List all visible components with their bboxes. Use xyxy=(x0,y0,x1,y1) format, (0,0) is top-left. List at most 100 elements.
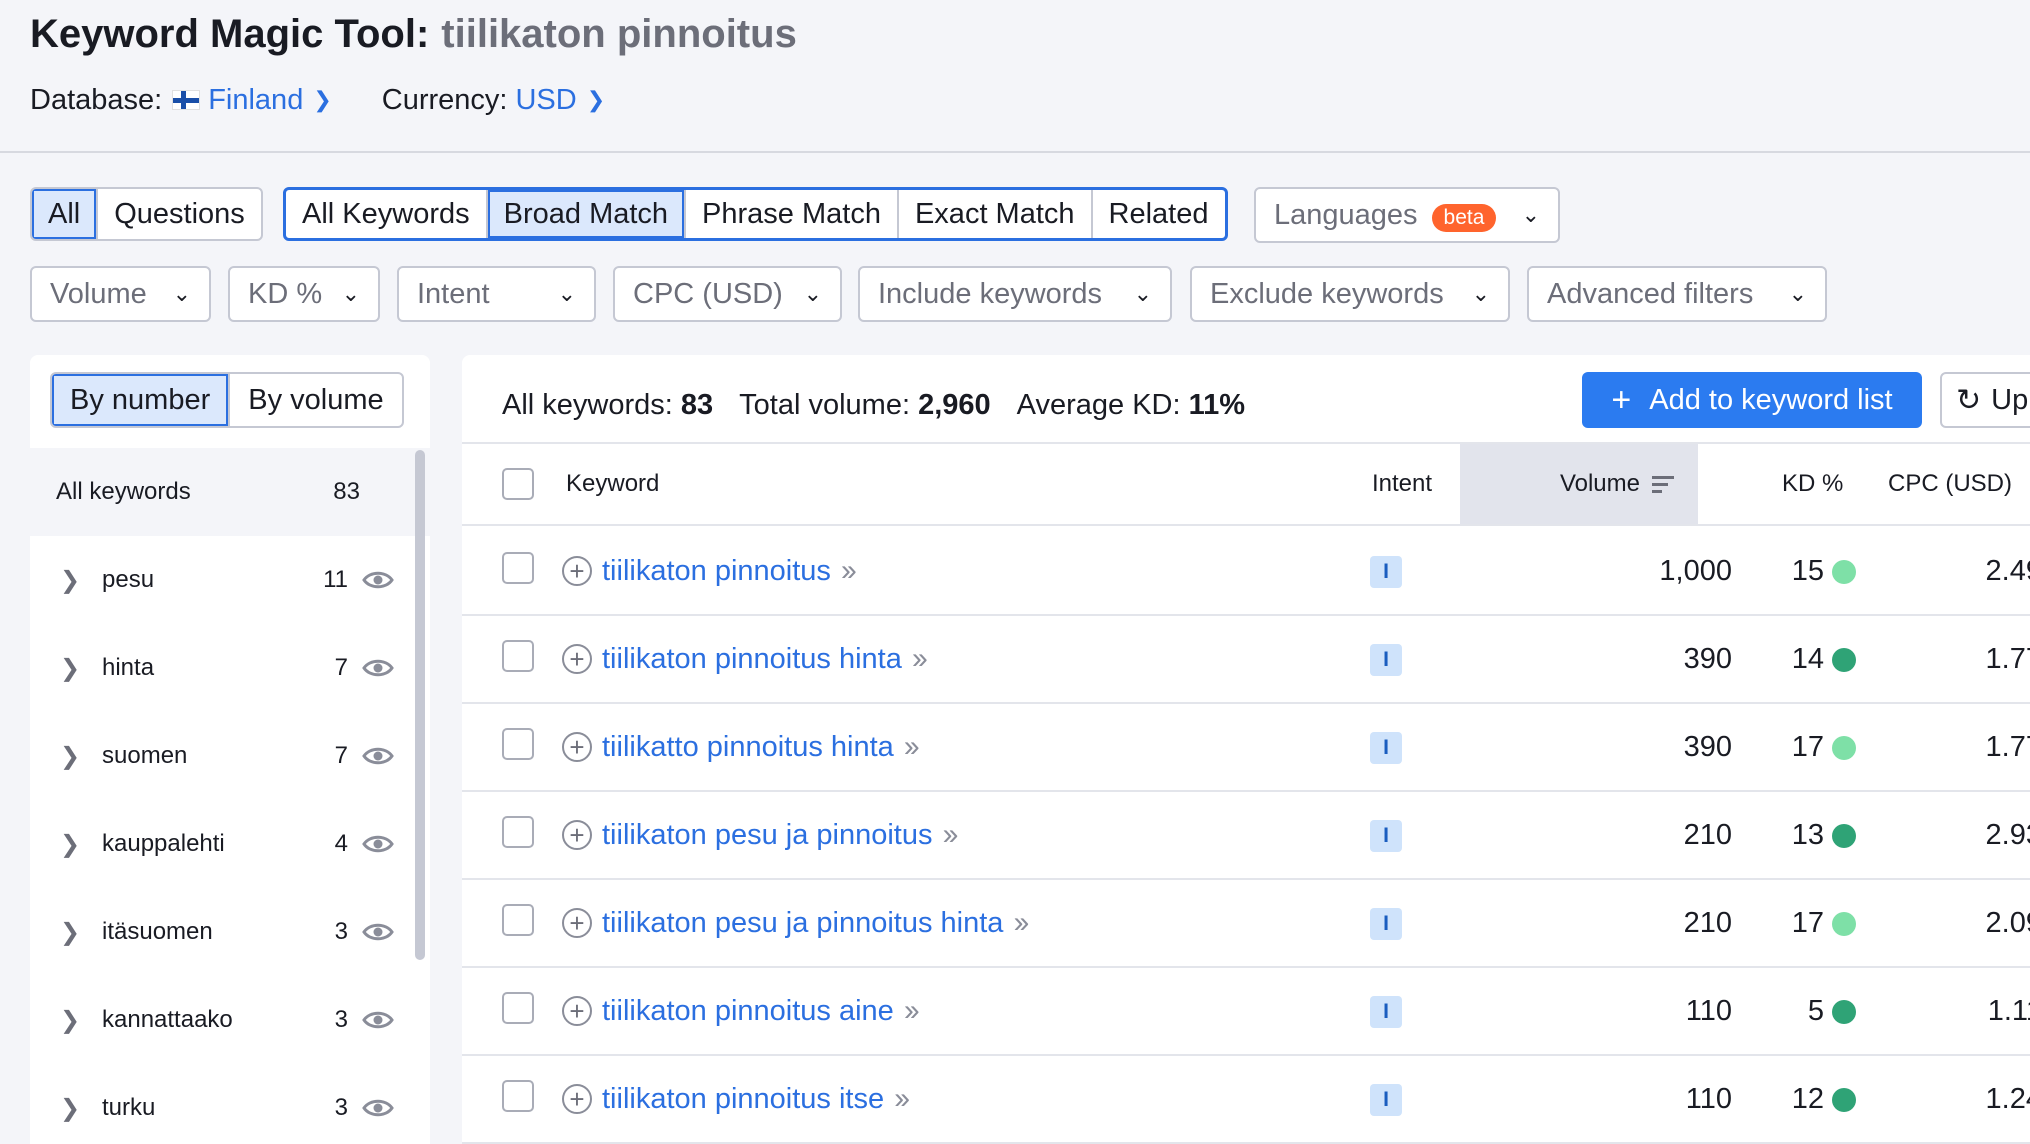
chevron-right-icon[interactable]: ❯ xyxy=(60,918,92,947)
chevron-right-icon[interactable]: ❯ xyxy=(60,742,92,771)
chevron-right-icon[interactable]: ❯ xyxy=(60,566,92,595)
all-keywords-label: All keywords xyxy=(56,478,191,505)
column-header-volume[interactable]: Volume xyxy=(1460,444,1698,524)
add-circle-icon[interactable]: + xyxy=(562,644,592,674)
all-keywords-group[interactable]: All keywords 83 xyxy=(30,448,430,536)
double-chevron-right-icon[interactable]: ›› xyxy=(1013,906,1029,940)
keyword-link[interactable]: tiilikaton pinnoitus itse xyxy=(602,1083,884,1116)
row-checkbox[interactable] xyxy=(502,640,534,672)
chevron-right-icon[interactable]: ❯ xyxy=(60,654,92,683)
add-circle-icon[interactable]: + xyxy=(562,996,592,1026)
add-circle-icon[interactable]: + xyxy=(562,1084,592,1114)
chevron-right-icon[interactable]: ❯ xyxy=(60,830,92,859)
chevron-down-icon: ⌄ xyxy=(1133,281,1152,306)
double-chevron-right-icon[interactable]: ›› xyxy=(942,818,958,852)
list-item[interactable]: ❯ turku 3 xyxy=(30,1064,420,1144)
keyword-link[interactable]: tiilikaton pesu ja pinnoitus hinta xyxy=(602,907,1003,940)
add-to-keyword-list-button[interactable]: + Add to keyword list xyxy=(1582,372,1922,428)
advanced-filters-label: Advanced filters xyxy=(1547,277,1754,310)
tab-by-number[interactable]: By number xyxy=(52,374,231,426)
include-keywords-filter[interactable]: Include keywords ⌄ xyxy=(858,266,1172,322)
list-item[interactable]: ❯ itäsuomen 3 xyxy=(30,888,420,976)
add-circle-icon[interactable]: + xyxy=(562,820,592,850)
group-name: itäsuomen xyxy=(102,918,213,945)
keyword-link[interactable]: tiilikaton pinnoitus aine xyxy=(602,995,894,1028)
tab-all-keywords[interactable]: All Keywords xyxy=(286,190,488,238)
tab-questions[interactable]: Questions xyxy=(98,189,261,239)
group-count: 7 xyxy=(334,654,348,681)
list-item[interactable]: ❯ suomen 7 xyxy=(30,712,420,800)
intent-filter[interactable]: Intent ⌄ xyxy=(397,266,596,322)
column-header-intent[interactable]: Intent xyxy=(1372,444,1432,524)
cpc-value: 1.77 xyxy=(1985,642,2030,675)
list-item[interactable]: ❯ hinta 7 xyxy=(30,624,420,712)
row-checkbox[interactable] xyxy=(502,992,534,1024)
volume-filter[interactable]: Volume ⌄ xyxy=(30,266,211,322)
eye-icon[interactable] xyxy=(362,569,394,591)
eye-icon[interactable] xyxy=(362,745,394,767)
list-item[interactable]: ❯ kannattaako 3 xyxy=(30,976,420,1064)
title-query: tiilikaton pinnoitus xyxy=(441,12,797,56)
chevron-down-icon[interactable]: ❯ xyxy=(587,87,605,113)
currency-selector[interactable]: USD xyxy=(515,84,576,117)
double-chevron-right-icon[interactable]: ›› xyxy=(841,554,857,588)
tab-by-volume[interactable]: By volume xyxy=(230,374,401,426)
advanced-filters[interactable]: Advanced filters ⌄ xyxy=(1527,266,1827,322)
chevron-right-icon[interactable]: ❯ xyxy=(60,1094,92,1123)
cpc-filter-label: CPC (USD) xyxy=(633,277,783,310)
cpc-filter[interactable]: CPC (USD) ⌄ xyxy=(613,266,842,322)
column-header-keyword[interactable]: Keyword xyxy=(566,444,659,524)
total-volume-stat-value: 2,960 xyxy=(918,388,991,421)
intent-badge: I xyxy=(1370,732,1402,764)
tab-related[interactable]: Related xyxy=(1093,190,1225,238)
double-chevron-right-icon[interactable]: ›› xyxy=(894,1082,910,1116)
eye-icon[interactable] xyxy=(362,833,394,855)
volume-filter-label: Volume xyxy=(50,277,147,310)
double-chevron-right-icon[interactable]: ›› xyxy=(904,730,920,764)
intent-badge: I xyxy=(1370,996,1402,1028)
meta-row: Database: Finland ❯ Currency: USD ❯ xyxy=(30,80,605,120)
tab-exact-match[interactable]: Exact Match xyxy=(899,190,1093,238)
double-chevron-right-icon[interactable]: ›› xyxy=(904,994,920,1028)
chevron-right-icon[interactable]: ❯ xyxy=(60,1006,92,1035)
update-metrics-button[interactable]: ↻ Up xyxy=(1940,372,2030,428)
chevron-down-icon[interactable]: ❯ xyxy=(313,87,331,113)
exclude-keywords-filter[interactable]: Exclude keywords ⌄ xyxy=(1190,266,1510,322)
list-item[interactable]: ❯ pesu 11 xyxy=(30,536,420,624)
add-circle-icon[interactable]: + xyxy=(562,732,592,762)
volume-value: 390 xyxy=(1683,730,1732,763)
tab-phrase-match[interactable]: Phrase Match xyxy=(686,190,899,238)
tab-broad-match[interactable]: Broad Match xyxy=(487,190,687,238)
database-selector[interactable]: Finland xyxy=(208,84,303,117)
eye-icon[interactable] xyxy=(362,1097,394,1119)
column-header-cpc[interactable]: CPC (USD) xyxy=(1888,444,2012,524)
eye-icon[interactable] xyxy=(362,921,394,943)
double-chevron-right-icon[interactable]: ›› xyxy=(912,642,928,676)
keyword-link[interactable]: tiilikaton pesu ja pinnoitus xyxy=(602,819,932,852)
row-checkbox[interactable] xyxy=(502,904,534,936)
keyword-link[interactable]: tiilikaton pinnoitus hinta xyxy=(602,643,902,676)
group-list-scrollbar[interactable] xyxy=(415,450,425,960)
row-checkbox[interactable] xyxy=(502,728,534,760)
row-checkbox[interactable] xyxy=(502,552,534,584)
kd-value: 13 xyxy=(1791,818,1824,851)
intent-badge: I xyxy=(1370,556,1402,588)
column-header-kd[interactable]: KD % xyxy=(1782,444,1843,524)
keyword-link[interactable]: tiilikatto pinnoitus hinta xyxy=(602,731,894,764)
kd-filter[interactable]: KD % ⌄ xyxy=(228,266,380,322)
group-count: 11 xyxy=(323,566,348,593)
kd-indicator-dot xyxy=(1832,912,1856,936)
add-circle-icon[interactable]: + xyxy=(562,908,592,938)
eye-icon[interactable] xyxy=(362,1009,394,1031)
keyword-stats: All keywords: 83 Total volume: 2,960 Ave… xyxy=(502,377,1271,433)
keyword-link[interactable]: tiilikaton pinnoitus xyxy=(602,555,831,588)
add-circle-icon[interactable]: + xyxy=(562,556,592,586)
row-checkbox[interactable] xyxy=(502,816,534,848)
list-item[interactable]: ❯ kauppalehti 4 xyxy=(30,800,420,888)
languages-dropdown[interactable]: Languages beta ⌄ xyxy=(1254,187,1560,243)
select-all-checkbox[interactable] xyxy=(502,468,534,500)
row-checkbox[interactable] xyxy=(502,1080,534,1112)
eye-icon[interactable] xyxy=(362,657,394,679)
tab-all[interactable]: All xyxy=(32,189,99,239)
cpc-value: 1.24 xyxy=(1985,1082,2030,1115)
